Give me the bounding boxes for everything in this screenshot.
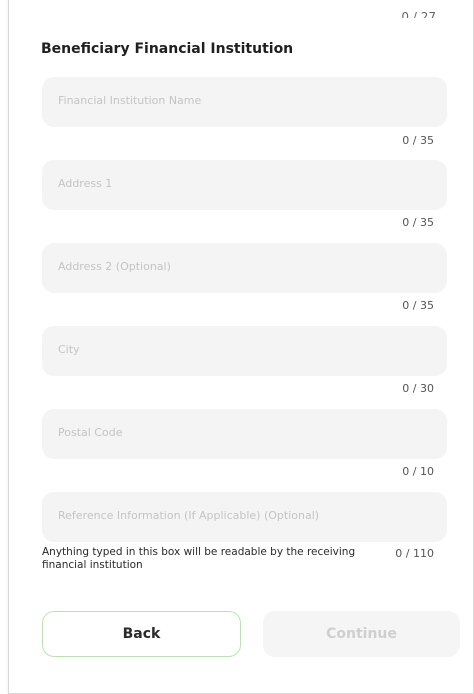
financial-institution-name-counter: 0 / 35 [402, 134, 434, 147]
back-button-label: Back [122, 626, 161, 642]
address-1-counter: 0 / 35 [402, 216, 434, 229]
reference-helper-text: Anything typed in this box will be reada… [42, 546, 356, 571]
city-placeholder: City [58, 343, 80, 356]
back-button[interactable]: Back [42, 611, 241, 657]
reference-information-placeholder: Reference Information (If Applicable) (O… [58, 509, 320, 522]
postal-code-placeholder: Postal Code [58, 426, 123, 439]
address-2-placeholder: Address 2 (Optional) [58, 260, 171, 273]
financial-institution-name-placeholder: Financial Institution Name [58, 94, 202, 107]
postal-code-counter: 0 / 10 [402, 465, 434, 478]
section-title: Beneficiary Financial Institution [41, 41, 294, 57]
reference-information-input[interactable]: Reference Information (If Applicable) (O… [42, 492, 447, 542]
postal-code-input[interactable]: Postal Code [42, 409, 447, 459]
city-input[interactable]: City [42, 326, 447, 376]
address-2-input[interactable]: Address 2 (Optional) [42, 243, 447, 293]
continue-button-label: Continue [326, 626, 397, 642]
address-1-placeholder: Address 1 [58, 177, 113, 190]
reference-information-counter: 0 / 110 [395, 547, 434, 560]
address-2-counter: 0 / 35 [402, 299, 434, 312]
previous-field-counter: 0 / 27 [401, 10, 436, 18]
city-counter: 0 / 30 [402, 382, 434, 395]
continue-button[interactable]: Continue [263, 611, 460, 657]
financial-institution-name-input[interactable]: Financial Institution Name [42, 77, 447, 127]
address-1-input[interactable]: Address 1 [42, 160, 447, 210]
